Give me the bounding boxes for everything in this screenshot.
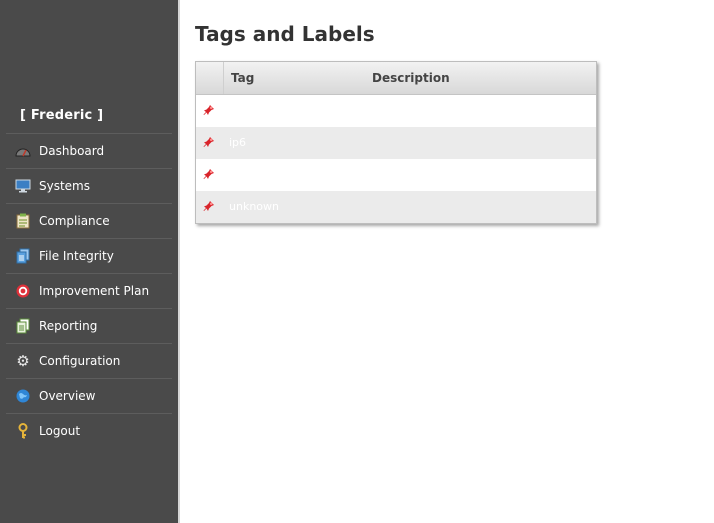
globe-icon [15, 388, 31, 404]
sidebar-item-label: File Integrity [39, 249, 114, 263]
sidebar-item-logout[interactable]: Logout [6, 413, 172, 448]
pin-icon[interactable] [203, 136, 215, 148]
sidebar-item-reporting[interactable]: Reporting [6, 308, 172, 343]
table-row[interactable] [196, 95, 596, 127]
pin-column-header [196, 62, 224, 94]
tag-cell: unknown [229, 200, 279, 213]
column-header-description[interactable]: Description [372, 71, 450, 85]
pin-icon[interactable] [203, 168, 215, 180]
clipboard-icon [15, 213, 31, 229]
user-name: [ Frederic ] [20, 108, 104, 123]
sidebar-item-label: Compliance [39, 214, 110, 228]
sidebar-item-label: Overview [39, 389, 96, 403]
table-header: Tag Description [196, 62, 596, 95]
sidebar-item-file-integrity[interactable]: File Integrity [6, 238, 172, 273]
dashboard-icon [15, 143, 31, 159]
table-row[interactable]: ip6 [196, 127, 596, 159]
pin-icon[interactable] [203, 200, 215, 212]
sidebar-item-overview[interactable]: Overview [6, 378, 172, 413]
page-title: Tags and Labels [195, 22, 375, 46]
pin-icon[interactable] [203, 104, 215, 116]
tags-table: Tag Description ip6 unknown [195, 61, 597, 224]
sidebar-item-label: Reporting [39, 319, 98, 333]
sidebar-item-systems[interactable]: Systems [6, 168, 172, 203]
sidebar-item-label: Dashboard [39, 144, 105, 158]
target-icon [15, 283, 31, 299]
sidebar-nav: Dashboard Systems Compliance File Integr… [6, 133, 172, 448]
tag-cell: ip6 [229, 136, 247, 149]
table-row[interactable]: unknown [196, 191, 596, 223]
sidebar-item-label: Systems [39, 179, 90, 193]
sidebar: [ Frederic ] Dashboard Systems Complianc… [0, 0, 180, 523]
sidebar-item-improvement-plan[interactable]: Improvement Plan [6, 273, 172, 308]
table-row[interactable] [196, 159, 596, 191]
sidebar-item-label: Logout [39, 424, 81, 438]
report-icon [15, 318, 31, 334]
files-icon [15, 248, 31, 264]
sidebar-item-compliance[interactable]: Compliance [6, 203, 172, 238]
sidebar-item-configuration[interactable]: ⚙ Configuration [6, 343, 172, 378]
gear-icon: ⚙ [16, 352, 30, 370]
monitor-icon [15, 178, 31, 194]
column-header-tag[interactable]: Tag [231, 71, 254, 85]
sidebar-item-label: Improvement Plan [39, 284, 150, 298]
key-icon [15, 423, 31, 439]
sidebar-item-dashboard[interactable]: Dashboard [6, 133, 172, 168]
sidebar-item-label: Configuration [39, 354, 121, 368]
